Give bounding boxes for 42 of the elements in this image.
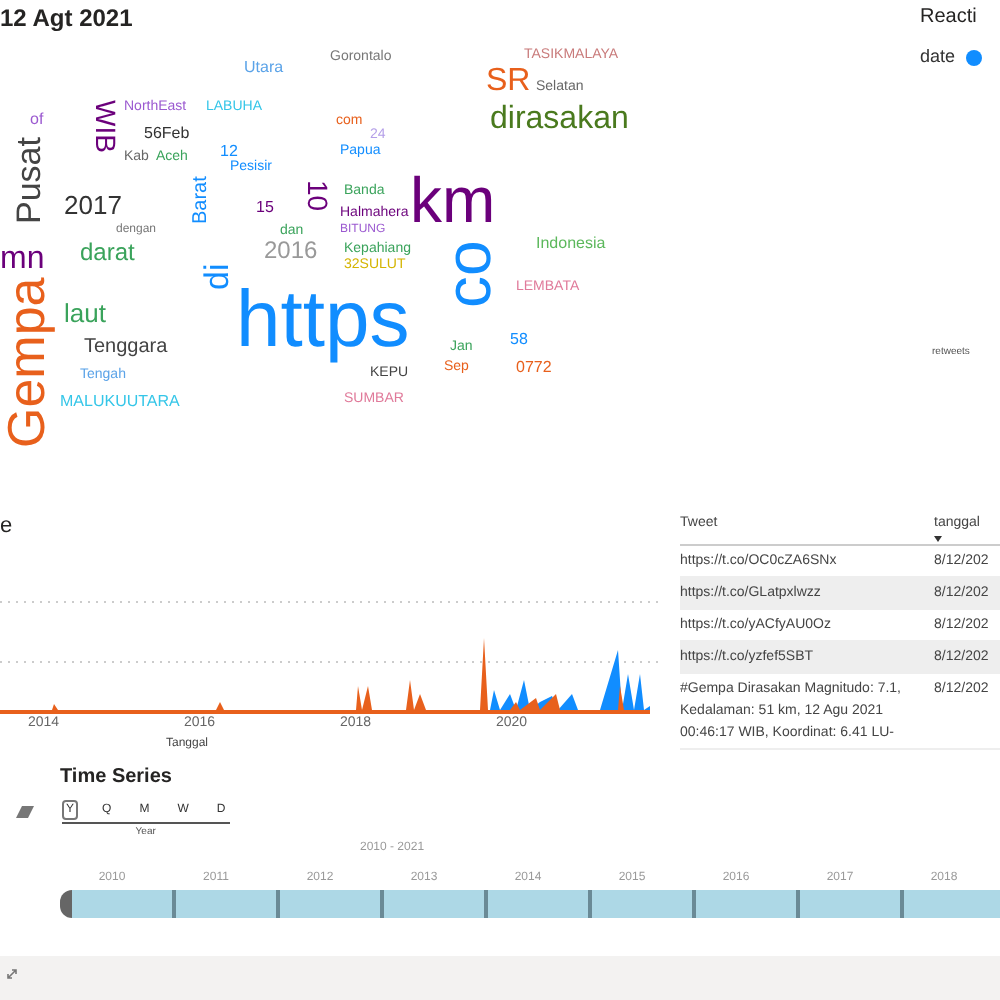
year-segment[interactable] <box>384 889 488 917</box>
section-title: Time Series <box>60 764 174 792</box>
word: Pusat <box>12 137 46 224</box>
word: Gempa <box>0 277 52 448</box>
expand-icon[interactable] <box>6 968 18 980</box>
word: 15 <box>256 200 274 216</box>
word: Barat <box>192 176 212 224</box>
word: Indonesia <box>536 236 606 252</box>
range-handle[interactable] <box>60 889 72 917</box>
year-segment[interactable] <box>176 889 280 917</box>
year-segment[interactable] <box>280 889 384 917</box>
legend-title: Reacti <box>920 4 979 32</box>
word: darat <box>80 240 135 264</box>
word: Tenggara <box>84 338 168 358</box>
eraser-icon[interactable] <box>16 806 34 818</box>
word: 2017 <box>64 192 122 218</box>
word: of <box>30 112 44 128</box>
word: laut <box>64 300 106 326</box>
word: 12 <box>220 144 238 160</box>
year-segment[interactable] <box>696 889 800 917</box>
report-title: 12 Agt 2021 <box>0 2 133 36</box>
year-segment[interactable] <box>592 889 696 917</box>
chart-title: e <box>0 516 15 538</box>
year-segment[interactable] <box>72 889 176 917</box>
word: MALUKUUTARA <box>60 394 180 410</box>
word: 56Feb <box>144 126 190 142</box>
word: 10 <box>304 180 332 212</box>
year-segment[interactable] <box>488 889 592 917</box>
word: 0772 <box>516 360 552 376</box>
legend-label: date <box>920 44 956 70</box>
word: WIB <box>92 100 120 153</box>
word: 58 <box>510 332 528 348</box>
year-segment[interactable] <box>800 889 904 917</box>
word: SR <box>486 66 531 98</box>
word: dirasakan <box>490 104 629 136</box>
word: di <box>200 263 234 290</box>
word: 2016 <box>264 238 318 262</box>
word: mn <box>0 244 45 276</box>
word: co <box>436 240 500 308</box>
word: Utara <box>244 60 284 76</box>
word: https <box>236 280 410 360</box>
word: km <box>410 168 496 232</box>
